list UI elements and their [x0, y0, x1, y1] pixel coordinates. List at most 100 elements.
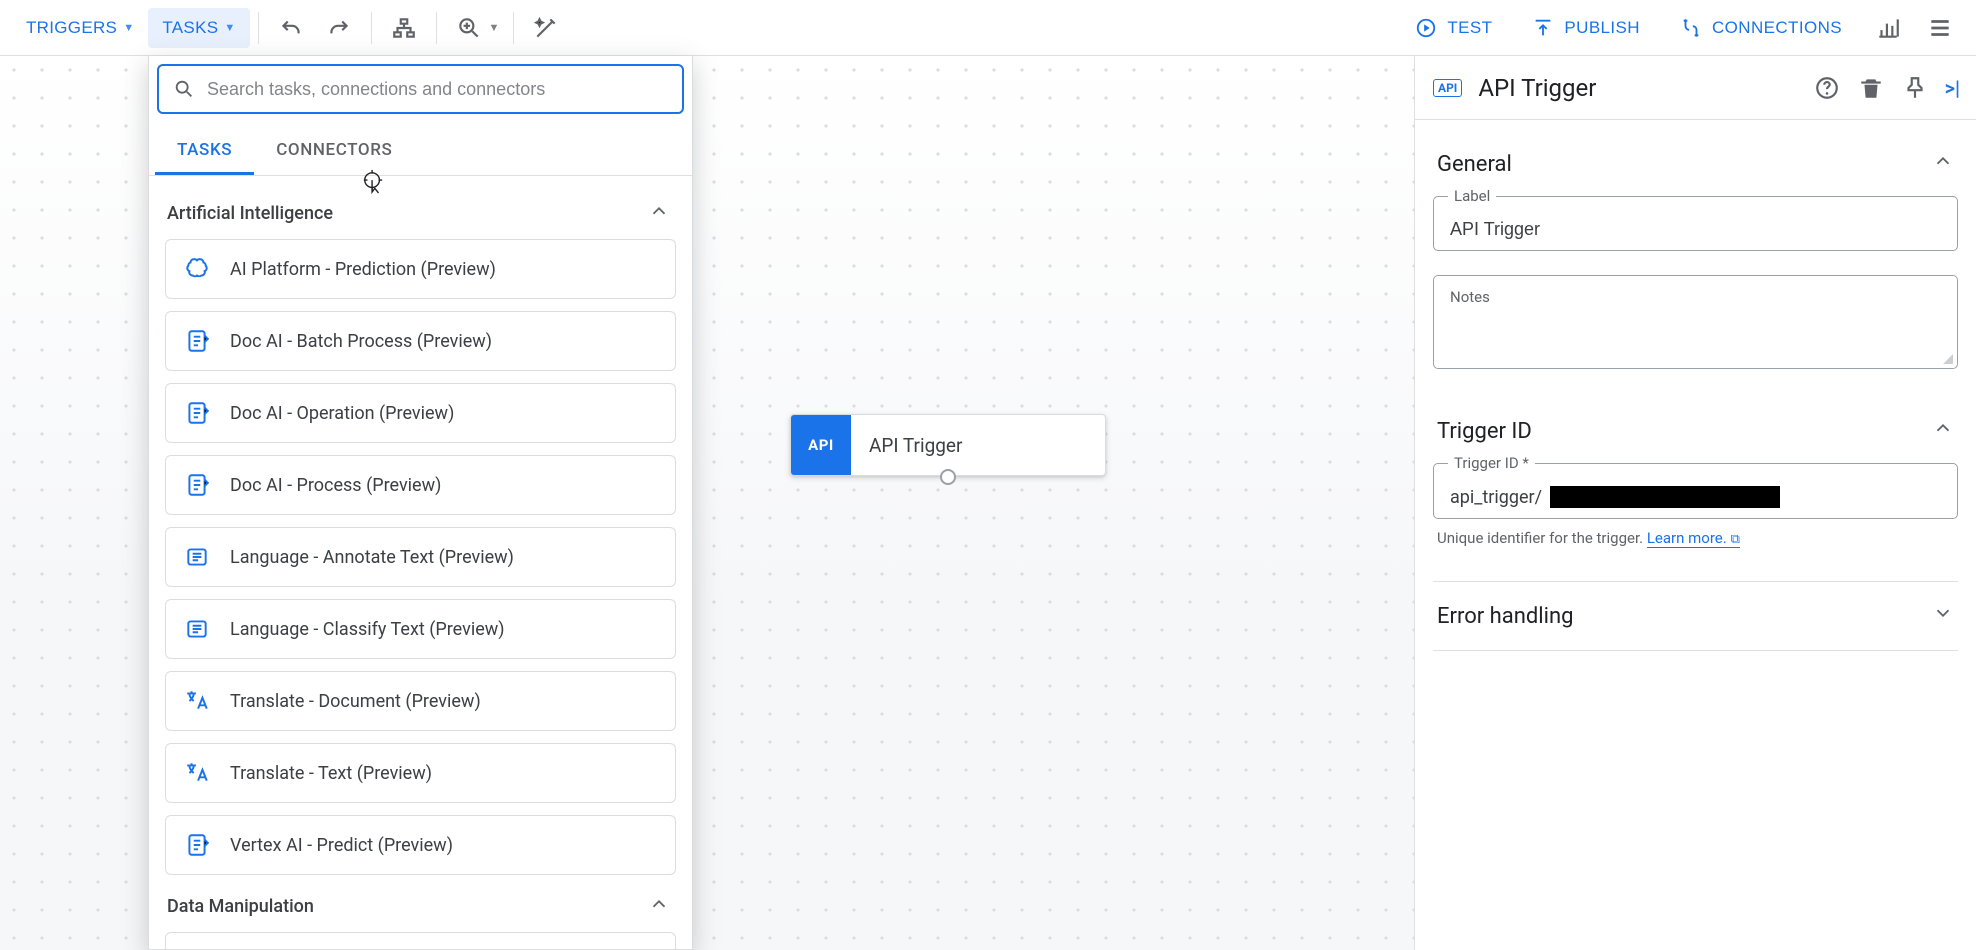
collapse-button[interactable]: >|	[1937, 76, 1968, 100]
task-item[interactable]: Doc AI - Process (Preview)	[165, 455, 676, 515]
redo-icon	[326, 15, 352, 41]
undo-button[interactable]	[267, 4, 315, 52]
triggerid-helper: Unique identifier for the trigger. Learn…	[1433, 529, 1958, 547]
divider	[371, 12, 372, 44]
triggerid-redacted	[1550, 486, 1780, 508]
api-trigger-node[interactable]: API API Trigger	[790, 414, 1106, 476]
task-item[interactable]: Translate - Document (Preview)	[165, 671, 676, 731]
help-button[interactable]	[1805, 66, 1849, 110]
caret-down-icon: ▼	[123, 22, 134, 34]
top-toolbar: TRIGGERS ▼ TASKS ▼ ▼	[0, 0, 1976, 56]
section-triggerid-header[interactable]: Trigger ID	[1433, 395, 1958, 455]
delete-button[interactable]	[1849, 66, 1893, 110]
tasks-dropdown[interactable]: TASKS ▼	[148, 8, 249, 48]
section-error-title: Error handling	[1437, 604, 1574, 629]
section-general-title: General	[1437, 152, 1512, 177]
chevron-up-icon	[1932, 417, 1954, 445]
doc-icon	[184, 472, 210, 498]
chevron-down-icon	[1932, 602, 1954, 630]
section-title: Data Manipulation	[167, 896, 314, 917]
help-icon	[1814, 75, 1840, 101]
chevron-up-icon	[648, 200, 670, 227]
publish-icon	[1532, 17, 1554, 39]
doc-icon	[184, 832, 210, 858]
triggerid-prefix: api_trigger/	[1450, 487, 1542, 508]
wand-icon	[533, 15, 559, 41]
magic-wand-button[interactable]	[522, 4, 570, 52]
search-field[interactable]	[157, 64, 684, 114]
translate-icon	[184, 688, 210, 714]
notes-input[interactable]	[1450, 312, 1941, 352]
details-header: API API Trigger >|	[1415, 56, 1976, 120]
notes-field[interactable]: Notes	[1433, 275, 1958, 369]
resize-handle-icon[interactable]	[1943, 354, 1953, 364]
doc-icon	[184, 400, 210, 426]
triggerid-field[interactable]: Trigger ID * api_trigger/	[1433, 463, 1958, 519]
section-triggerid-title: Trigger ID	[1437, 419, 1532, 444]
pin-button[interactable]	[1893, 66, 1937, 110]
task-item[interactable]: AI Platform - Prediction (Preview)	[165, 239, 676, 299]
triggerid-helper-text: Unique identifier for the trigger.	[1437, 529, 1643, 547]
section-header[interactable]: Artificial Intelligence	[149, 182, 692, 239]
external-link-icon: ⧉	[1731, 532, 1740, 547]
layout-button[interactable]	[380, 4, 428, 52]
redo-button[interactable]	[315, 4, 363, 52]
zoom-dropdown[interactable]: ▼	[445, 4, 506, 52]
task-label: Translate - Text (Preview)	[230, 763, 432, 784]
section-header[interactable]: Data Manipulation	[149, 875, 692, 932]
search-icon	[173, 78, 195, 100]
task-item[interactable]: Language - Annotate Text (Preview)	[165, 527, 676, 587]
menu-button[interactable]	[1916, 4, 1964, 52]
divider	[258, 12, 259, 44]
zoom-button[interactable]	[445, 4, 493, 52]
lang-icon	[184, 544, 210, 570]
learn-more-link[interactable]: Learn more.⧉	[1647, 529, 1740, 548]
translate-icon	[184, 760, 210, 786]
search-wrap	[149, 56, 692, 126]
details-body: General Label Notes Trigger ID Trigger I…	[1415, 120, 1976, 950]
zoom-icon	[456, 15, 482, 41]
connections-icon	[1680, 17, 1702, 39]
tab-connectors[interactable]: CONNECTORS	[254, 126, 414, 175]
label-field[interactable]: Label	[1433, 196, 1958, 251]
task-item[interactable]: Vertex AI - Predict (Preview)	[165, 815, 676, 875]
task-item[interactable]: Doc AI - Operation (Preview)	[165, 383, 676, 443]
search-input[interactable]	[207, 79, 668, 100]
toolbar-left: TRIGGERS ▼ TASKS ▼ ▼	[12, 4, 570, 52]
triggers-dropdown[interactable]: TRIGGERS ▼	[12, 8, 148, 48]
menu-icon	[1927, 15, 1953, 41]
node-label: API Trigger	[851, 415, 1105, 475]
label-input[interactable]	[1450, 219, 1941, 240]
task-label: Language - Annotate Text (Preview)	[230, 547, 514, 568]
caret-down-icon: ▼	[224, 22, 235, 34]
task-item[interactable]: Translate - Text (Preview)	[165, 743, 676, 803]
test-button[interactable]: TEST	[1397, 6, 1510, 50]
notes-field-label: Notes	[1450, 288, 1941, 306]
tab-tasks[interactable]: TASKS	[155, 126, 254, 175]
divider	[513, 12, 514, 44]
section-error-header[interactable]: Error handling	[1433, 588, 1958, 644]
task-item[interactable]: Doc AI - Batch Process (Preview)	[165, 311, 676, 371]
panel-tabs: TASKS CONNECTORS	[149, 126, 692, 176]
publish-label: PUBLISH	[1564, 18, 1640, 38]
publish-button[interactable]: PUBLISH	[1514, 6, 1658, 50]
label-field-label: Label	[1448, 187, 1496, 205]
trash-icon	[1858, 75, 1884, 101]
task-label: Language - Classify Text (Preview)	[230, 619, 505, 640]
triggerid-field-label: Trigger ID *	[1448, 454, 1535, 472]
task-item[interactable]: Data Mapping	[165, 932, 676, 949]
task-label: AI Platform - Prediction (Preview)	[230, 259, 496, 280]
task-list: AI Platform - Prediction (Preview) Doc AI…	[149, 239, 692, 875]
details-badge: API	[1433, 79, 1462, 97]
connections-button[interactable]: CONNECTIONS	[1662, 6, 1860, 50]
task-label: Translate - Document (Preview)	[230, 691, 481, 712]
task-label: Doc AI - Process (Preview)	[230, 475, 441, 496]
task-item[interactable]: Language - Classify Text (Preview)	[165, 599, 676, 659]
chart-icon	[1875, 15, 1901, 41]
node-output-port[interactable]	[940, 469, 956, 485]
task-label: Vertex AI - Predict (Preview)	[230, 835, 453, 856]
analytics-button[interactable]	[1864, 4, 1912, 52]
section-general-header[interactable]: General	[1433, 128, 1958, 188]
tasks-scroll[interactable]: Artificial IntelligenceAI Platform - Pre…	[149, 176, 692, 949]
layout-icon	[391, 15, 417, 41]
